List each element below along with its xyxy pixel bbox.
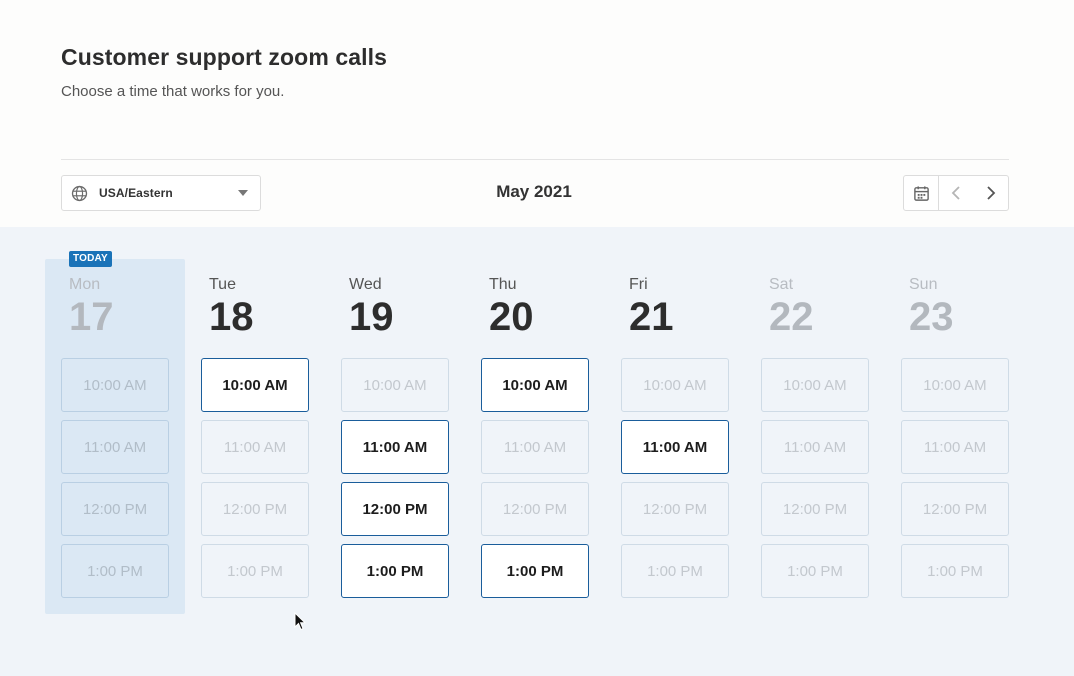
- day-name: Wed: [349, 276, 382, 293]
- time-slot-button[interactable]: 11:00 AM: [341, 420, 449, 474]
- page-subtitle: Choose a time that works for you.: [61, 83, 285, 100]
- time-slot-button: 11:00 AM: [761, 420, 869, 474]
- day-number: 23: [909, 295, 954, 339]
- time-slot-button[interactable]: 10:00 AM: [201, 358, 309, 412]
- page-title: Customer support zoom calls: [61, 44, 388, 70]
- day-number: 17: [69, 295, 114, 339]
- time-slot-button: 12:00 PM: [621, 482, 729, 536]
- time-slot-button[interactable]: 11:00 AM: [621, 420, 729, 474]
- time-slot-button: 10:00 AM: [761, 358, 869, 412]
- chevron-right-icon: [987, 186, 996, 200]
- next-week-button[interactable]: [974, 176, 1008, 210]
- time-slot-button: 1:00 PM: [901, 544, 1009, 598]
- time-slot-button: 12:00 PM: [481, 482, 589, 536]
- time-slot-button: 1:00 PM: [201, 544, 309, 598]
- mouse-cursor-icon: [294, 612, 306, 631]
- previous-week-button[interactable]: [939, 176, 973, 210]
- time-slot-button: 10:00 AM: [901, 358, 1009, 412]
- month-label: May 2021: [496, 182, 572, 201]
- time-slot-button[interactable]: 1:00 PM: [481, 544, 589, 598]
- today-badge: TODAY: [69, 251, 112, 267]
- week-calendar: TODAY Mon 17 10:00 AM 11:00 AM 12:00 PM 1:00 …: [0, 227, 1074, 676]
- time-slot-button[interactable]: 1:00 PM: [341, 544, 449, 598]
- day-name: Fri: [629, 276, 648, 293]
- time-slot-button: 10:00 AM: [621, 358, 729, 412]
- time-slot-button: 12:00 PM: [901, 482, 1009, 536]
- day-name: Sun: [909, 276, 938, 293]
- time-slot-button: 11:00 AM: [481, 420, 589, 474]
- time-slot-button: 10:00 AM: [61, 358, 169, 412]
- time-slot-button: 1:00 PM: [621, 544, 729, 598]
- page-header: Customer support zoom calls Choose a tim…: [61, 44, 387, 100]
- time-slot-button[interactable]: 10:00 AM: [481, 358, 589, 412]
- time-slot-button: 11:00 AM: [201, 420, 309, 474]
- timezone-label: USA/Eastern: [99, 186, 173, 200]
- timezone-select[interactable]: USA/Eastern: [61, 175, 261, 211]
- time-slot-button: 11:00 AM: [61, 420, 169, 474]
- day-number: 20: [489, 295, 534, 339]
- day-name: Sat: [769, 276, 794, 293]
- day-number: 22: [769, 295, 814, 339]
- chevron-left-icon: [952, 186, 961, 200]
- calendar-icon: [913, 185, 929, 201]
- calendar-picker-button[interactable]: [904, 176, 940, 210]
- time-slot-button: 1:00 PM: [61, 544, 169, 598]
- day-number: 19: [349, 295, 394, 339]
- chevron-down-icon: [238, 190, 248, 196]
- time-slot-button[interactable]: 12:00 PM: [341, 482, 449, 536]
- calendar-nav: [903, 175, 1009, 211]
- time-slot-button: 12:00 PM: [761, 482, 869, 536]
- divider: [61, 159, 1009, 160]
- day-number: 21: [629, 295, 674, 339]
- time-slot-button: 11:00 AM: [901, 420, 1009, 474]
- time-slot-button: 12:00 PM: [61, 482, 169, 536]
- day-name: Mon: [69, 276, 101, 293]
- time-slot-button: 10:00 AM: [341, 358, 449, 412]
- day-number: 18: [209, 295, 254, 339]
- time-slot-button: 1:00 PM: [761, 544, 869, 598]
- time-slot-button: 12:00 PM: [201, 482, 309, 536]
- day-name: Tue: [209, 276, 236, 293]
- day-name: Thu: [489, 276, 517, 293]
- globe-icon: [71, 185, 88, 201]
